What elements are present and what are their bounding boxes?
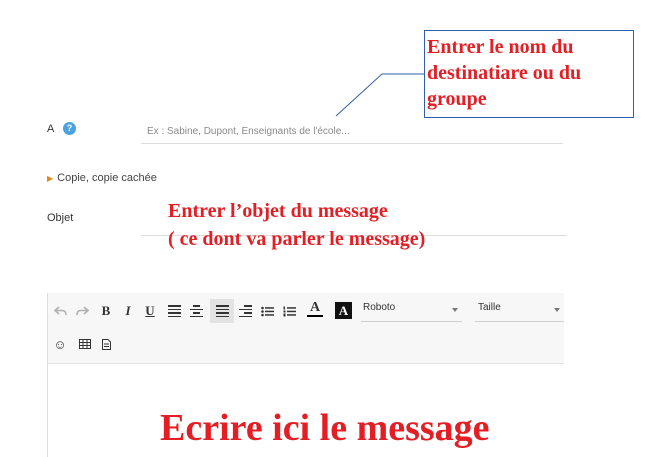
italic-button[interactable]: I [120,301,136,321]
subject-annotation-line2: ( ce dont va parler le message) [168,228,426,250]
caret-right-icon: ▶ [47,174,54,183]
table-icon[interactable] [77,334,93,354]
align-center-icon[interactable] [190,301,203,321]
align-justify-icon[interactable] [168,301,181,321]
text-color-label: A [309,300,321,315]
redo-icon[interactable] [74,301,90,321]
help-icon[interactable]: ? [63,122,76,135]
bullet-list-icon[interactable] [260,301,274,321]
align-right-icon[interactable] [239,301,252,321]
to-label: A [47,123,55,135]
undo-icon[interactable] [52,301,68,321]
subject-annotation-line1: Entrer l’objet du message [168,200,388,222]
file-icon[interactable] [99,334,113,354]
bold-button[interactable]: B [98,301,114,321]
cc-bcc-label: Copie, copie cachée [57,172,157,184]
callout-pointer [335,73,425,117]
editor-toolbar: B I U A A Roboto Taille ☺ [48,293,564,364]
message-annotation: Ecrire ici le message [160,407,490,449]
chevron-down-icon [554,308,560,312]
text-color-button[interactable]: A [306,299,324,319]
numbered-list-icon[interactable] [282,301,296,321]
align-left-icon[interactable] [210,299,234,323]
background-color-button[interactable]: A [335,302,352,319]
recipient-annotation: Entrer le nom du destinatiare ou du grou… [424,30,634,118]
cc-bcc-toggle[interactable]: ▶ Copie, copie cachée [47,172,157,184]
underline-button[interactable]: U [142,301,158,321]
font-size-value: Taille [478,302,501,313]
recipient-input[interactable] [141,119,563,144]
font-family-value: Roboto [363,302,396,313]
subject-label: Objet [47,212,74,224]
font-size-select[interactable]: Taille [475,299,564,322]
font-family-select[interactable]: Roboto [361,299,462,322]
chevron-down-icon [452,308,458,312]
emoji-icon[interactable]: ☺ [52,334,68,354]
